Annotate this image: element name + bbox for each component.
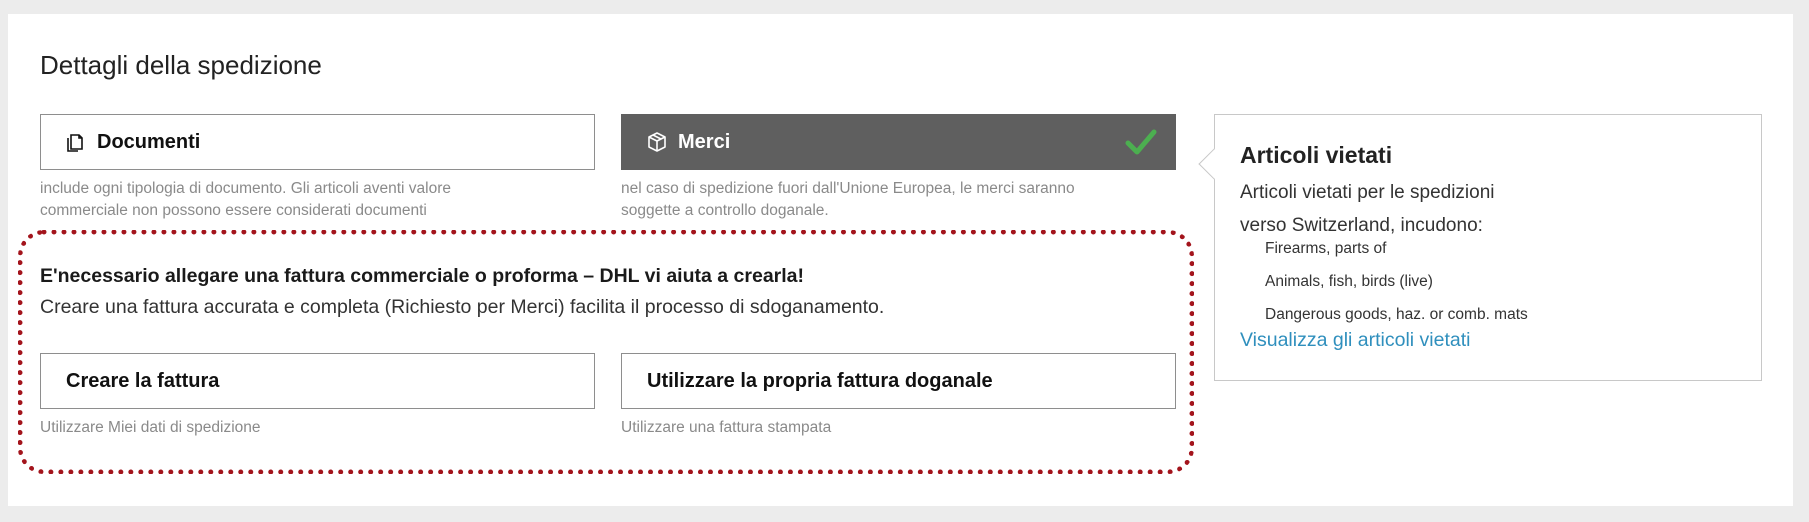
documents-icon xyxy=(65,131,87,153)
documents-label: Documenti xyxy=(97,130,201,153)
view-prohibited-items-link[interactable]: Visualizza gli articoli vietati xyxy=(1240,329,1471,352)
invoice-notice-heading: E'necessario allegare una fattura commer… xyxy=(40,265,805,287)
goods-label: Merci xyxy=(678,130,731,153)
documents-hint-line2: commerciale non possono essere considera… xyxy=(40,202,427,219)
documents-hint: include ogni tipologia di documento. Gli… xyxy=(40,178,451,222)
prohibited-items-title: Articoli vietati xyxy=(1240,142,1393,168)
create-invoice-label: Creare la fattura xyxy=(66,369,220,392)
list-item: Firearms, parts of xyxy=(1265,240,1387,257)
package-icon xyxy=(646,131,668,153)
prohibited-items-list: Firearms, parts of Animals, fish, birds … xyxy=(1265,232,1528,331)
own-invoice-label: Utilizzare la propria fattura doganale xyxy=(647,369,993,392)
goods-hint: nel caso di spedizione fuori dall'Unione… xyxy=(621,178,1075,222)
invoice-notice-text: Creare una fattura accurata e completa (… xyxy=(40,296,885,318)
documents-hint-line1: include ogni tipologia di documento. Gli… xyxy=(40,180,451,197)
own-invoice-hint: Utilizzare una fattura stampata xyxy=(621,419,832,436)
list-item: Animals, fish, birds (live) xyxy=(1265,273,1433,290)
own-invoice-button[interactable]: Utilizzare la propria fattura doganale xyxy=(621,353,1176,409)
goods-button[interactable]: Merci xyxy=(621,114,1176,170)
goods-hint-line1: nel caso di spedizione fuori dall'Unione… xyxy=(621,180,1075,197)
create-invoice-button[interactable]: Creare la fattura xyxy=(40,353,595,409)
list-item: Dangerous goods, haz. or comb. mats xyxy=(1265,306,1528,323)
page-title: Dettagli della spedizione xyxy=(40,50,322,80)
create-invoice-hint: Utilizzare Miei dati di spedizione xyxy=(40,419,261,436)
goods-hint-line2: soggette a controllo doganale. xyxy=(621,202,829,219)
documents-button[interactable]: Documenti xyxy=(40,114,595,170)
checkmark-icon xyxy=(1125,129,1157,155)
